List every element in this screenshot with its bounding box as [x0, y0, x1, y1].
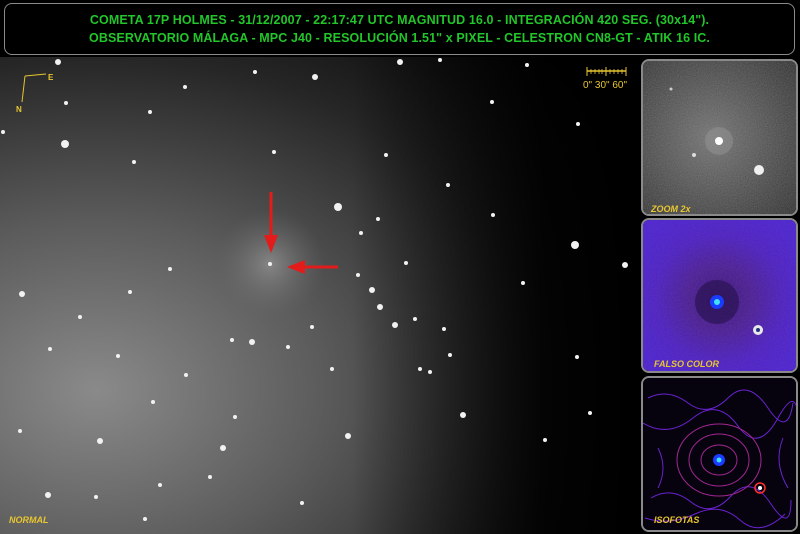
star: [491, 213, 495, 217]
star: [397, 59, 403, 65]
header-line-2: OBSERVATORIO MÁLAGA - MPC J40 - RESOLUCI…: [89, 31, 710, 45]
star: [18, 429, 22, 433]
star: [168, 267, 172, 271]
false-color-label: FALSO COLOR: [654, 359, 719, 369]
star: [622, 262, 628, 268]
star: [148, 110, 152, 114]
star: [132, 160, 136, 164]
image-header: COMETA 17P HOLMES - 31/12/2007 - 22:17:4…: [4, 3, 795, 55]
normal-label: NORMAL: [9, 515, 49, 525]
star: [446, 183, 450, 187]
star: [272, 150, 276, 154]
star: [253, 70, 257, 74]
star: [369, 287, 375, 293]
star: [61, 140, 69, 148]
star: [571, 241, 579, 249]
star: [220, 445, 226, 451]
star: [233, 415, 237, 419]
star-field-svg: [0, 57, 640, 534]
star: [310, 325, 314, 329]
star: [345, 433, 351, 439]
star: [356, 273, 360, 277]
star: [330, 367, 334, 371]
star: [55, 59, 61, 65]
star: [418, 367, 422, 371]
star: [300, 501, 304, 505]
star: [249, 339, 255, 345]
star: [334, 203, 342, 211]
isophotes-panel: ISOFOTAS: [641, 376, 798, 532]
star: [230, 338, 234, 342]
star: [158, 483, 162, 487]
star: [151, 400, 155, 404]
isophotes-image: [643, 378, 796, 530]
star: [268, 262, 272, 266]
star: [116, 354, 120, 358]
star: [442, 327, 446, 331]
star: [438, 58, 442, 62]
star: [1, 130, 5, 134]
isophotes-label: ISOFOTAS: [654, 515, 700, 525]
star: [404, 261, 408, 265]
star: [448, 353, 452, 357]
false-color-image: [643, 220, 796, 371]
zoom-image: [643, 61, 796, 214]
star: [94, 495, 98, 499]
star: [376, 217, 380, 221]
star: [377, 304, 383, 310]
star: [543, 438, 547, 442]
star: [286, 345, 290, 349]
star: [184, 373, 188, 377]
star: [588, 411, 592, 415]
star: [460, 412, 466, 418]
zoom-label: ZOOM 2x: [651, 204, 691, 214]
header-line-1: COMETA 17P HOLMES - 31/12/2007 - 22:17:4…: [89, 13, 710, 27]
star: [575, 355, 579, 359]
star: [428, 370, 432, 374]
star: [525, 63, 529, 67]
star: [392, 322, 398, 328]
star: [143, 517, 147, 521]
star: [97, 438, 103, 444]
star: [576, 122, 580, 126]
star: [128, 290, 132, 294]
compass-east-label: E: [48, 73, 54, 82]
compass-north-label: N: [16, 105, 22, 114]
main-star-field-image: NORMAL: [0, 57, 640, 534]
false-color-panel: FALSO COLOR: [641, 218, 798, 373]
star: [48, 347, 52, 351]
star: [208, 475, 212, 479]
star: [384, 153, 388, 157]
zoom-panel: ZOOM 2x: [641, 59, 798, 216]
star: [45, 492, 51, 498]
star: [64, 101, 68, 105]
star: [78, 315, 82, 319]
star: [19, 291, 25, 297]
star: [312, 74, 318, 80]
star: [490, 100, 494, 104]
star: [521, 281, 525, 285]
star: [413, 317, 417, 321]
star: [183, 85, 187, 89]
star: [359, 231, 363, 235]
scale-bar-label: 0" 30" 60": [583, 80, 628, 91]
